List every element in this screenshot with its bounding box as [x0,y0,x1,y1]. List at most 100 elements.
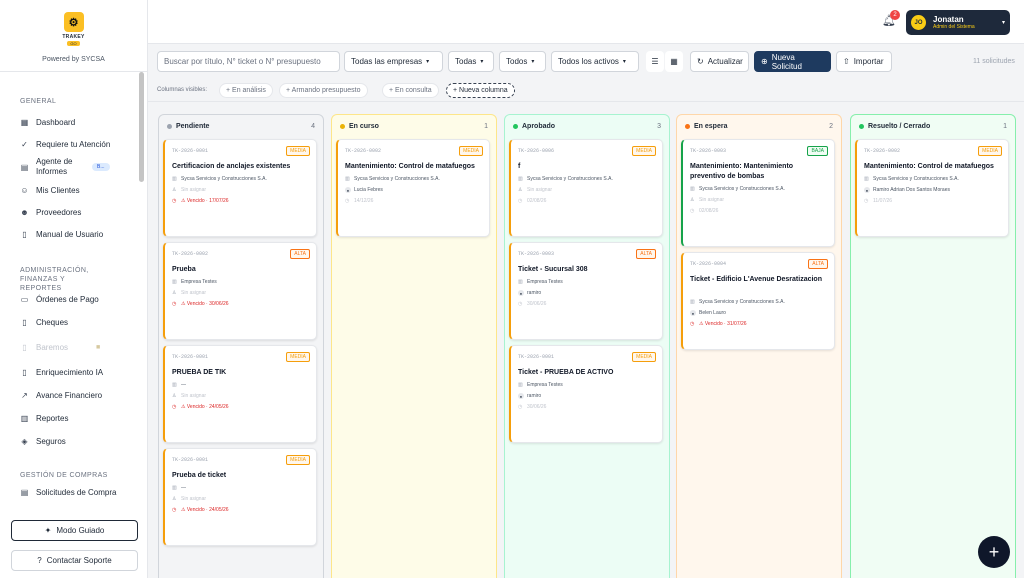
sidebar-item-clients[interactable]: ☺ Mis Clientes [0,179,140,201]
company-row: ▥ Sycsa Servicios y Construcciones S.A. [690,186,785,192]
ticket-card[interactable]: TK-2026-0003 ALTA Ticket - Sucursal 308 ▥ Em… [509,242,663,340]
company-name: Sycsa Servicios y Construcciones S.A. [873,176,959,182]
due-row: ◷ ⚠ Vencido · 17/07/26 [172,198,229,204]
building-icon: ▥ [172,279,177,285]
due-date: ⚠ Vencido · 24/05/26 [181,404,229,410]
ticket-card[interactable]: TK-2026-0004 ALTA Ticket - Edificio L'Aven… [681,252,835,350]
company-name: Empresa Testes [181,279,217,285]
building-icon: ▥ [518,176,523,182]
assignee-name: Sin asignar [181,187,207,193]
add-column-en-analisis[interactable]: + En análisis [219,83,273,98]
ticket-title: Ticket - PRUEBA DE ACTIVO [518,369,614,376]
status-dot [340,123,345,129]
building-icon: ▥ [172,176,177,182]
board-view-toggle[interactable]: ▦ [665,51,683,72]
column-header: En curso 1 [332,115,496,137]
import-button[interactable]: ⇧ Importar [836,51,892,72]
assignee-name: Lucia Febres [354,187,383,193]
sidebar-item-dashboard[interactable]: ▦ Dashboard [0,111,140,133]
ticket-title: Ticket - Sucursal 308 [518,266,588,273]
main-area: 🔔︎ 2 JO Jonatan Admin del Sistema ▾ Busc… [148,0,1024,578]
add-column-en-consulta[interactable]: + En consulta [382,83,439,98]
ticket-card[interactable]: TK-2026-0001 MEDIA Certificacion de anclaj… [163,139,317,237]
contact-support-button[interactable]: ? Contactar Soporte [11,550,138,571]
sidebar-item-insurance[interactable]: ◈ Seguros [0,430,140,452]
document-icon: ▤ [20,162,29,172]
sidebar-item-ai-enrichment[interactable]: ▯ Enriquecimiento IA [0,361,140,383]
ticket-card[interactable]: TK-2026-0001 MEDIA PRUEBA DE TIK ▥ — ♙ Sin asi… [163,345,317,443]
user-name: Jonatan [933,15,964,24]
priority-badge: MEDIA [632,352,656,362]
priority-badge: MEDIA [459,146,483,156]
clock-icon: ◷ [518,301,523,307]
sidebar-item-providers[interactable]: ☻ Proveedores [0,201,140,223]
due-row: ◷ ⚠ Vencido · 30/06/26 [172,301,229,307]
sidebar-item-purchase-requests[interactable]: ▤ Solicitudes de Compra [0,481,140,503]
company-row: ▥ Sycsa Servicios y Construcciones S.A. [690,299,785,305]
ticket-id: TK-2026-0004 [690,261,727,267]
section-title-purchasing: GESTIÓN DE COMPRAS [20,472,108,479]
sidebar-item-attention[interactable]: ✓ Requiere tu Atención [0,133,140,155]
due-row: ◷ 30/06/26 [518,301,546,307]
topbar: 🔔︎ 2 JO Jonatan Admin del Sistema ▾ [148,0,1024,44]
user-icon: ♙ [172,393,177,399]
user-menu[interactable]: JO Jonatan Admin del Sistema ▾ [906,10,1010,35]
status-dot [859,123,864,129]
ticket-id: TK-2026-0006 [518,148,555,154]
status-filter-value: Todas [455,57,477,66]
sidebar-item-financial-progress[interactable]: ↗ Avance Financiero [0,384,140,406]
new-request-label: Nueva Solicitud [771,52,802,71]
list-view-toggle[interactable]: ☰ [646,51,664,72]
ticket-id: TK-2026-0001 [172,354,209,360]
company-name: Sycsa Servicios y Construcciones S.A. [181,176,267,182]
file-icon: ▯ [22,367,27,377]
column-title: En espera [694,122,728,130]
ticket-card[interactable]: TK-2026-0002 MEDIA Mantenimiento: Control … [855,139,1009,237]
building-icon: ▥ [518,382,523,388]
chevron-down-icon: ▾ [531,59,535,65]
new-request-button[interactable]: ⊕ Nueva Solicitud [754,51,831,72]
add-column-armando-presupuesto[interactable]: + Armando presupuesto [279,83,368,98]
due-row: ◷ ⚠ Vencido · 24/05/26 [172,404,229,410]
sidebar-item-cheques[interactable]: ▯ Cheques [0,311,140,333]
trakey-logo[interactable]: ⚙ [63,12,84,32]
due-row: ◷ 30/06/26 [518,404,546,410]
sidebar-item-label: Dashboard [36,117,76,127]
priority-badge: ALTA [290,249,310,259]
ticket-card[interactable]: TK-2026-0006 MEDIA f ▥ Sycsa Servicios y Con… [509,139,663,237]
add-new-column-button[interactable]: + Nueva columna [446,83,515,98]
sidebar-item-label: Avance Financiero [36,390,103,400]
column-title: Resuelto / Cerrado [868,122,931,130]
ticket-card[interactable]: TK-2026-0002 MEDIA Mantenimiento: Control … [336,139,490,237]
status-filter[interactable]: Todas ▾ [448,51,494,72]
assignee-name: Sin asignar [181,496,207,502]
column-header: Resuelto / Cerrado 1 [851,115,1015,137]
refresh-button[interactable]: ↻ Actualizar [690,51,749,72]
company-row: ▥ Sycsa Servicios y Construcciones S.A. [864,176,959,182]
sidebar-item-manual[interactable]: ▯ Manual de Usuario [0,223,140,245]
guided-mode-button[interactable]: ✦ Modo Guiado [11,520,138,541]
ticket-card[interactable]: TK-2026-0001 MEDIA Ticket - PRUEBA DE ACTI… [509,345,663,443]
sidebar-item-reports[interactable]: ▥ Reportes [0,407,140,429]
ticket-id: TK-2026-0001 [172,457,209,463]
column-header: Pendiente 4 [159,115,323,137]
asset-filter[interactable]: Todos los activos ▾ [551,51,639,72]
beta-badge: B... [92,163,110,171]
visible-columns-bar: Columnas visibles: + En análisis + Arman… [148,80,1024,102]
floating-add-button[interactable]: + [978,536,1010,568]
search-input[interactable]: Buscar por título, N° ticket o N° presup… [157,51,340,72]
guided-mode-label: Modo Guiado [56,526,105,535]
assignee-name: Sin asignar [181,290,207,296]
due-date: 14/12/26 [354,198,374,204]
company-row: ▥ Sycsa Servicios y Construcciones S.A. [518,176,613,182]
assignee-name: Sin asignar [527,187,553,193]
ticket-card[interactable]: TK-2026-0002 ALTA Prueba ▥ Empresa Testes ♙ Si… [163,242,317,340]
company-filter[interactable]: Todas las empresas ▾ [344,51,443,72]
shield-icon: ◈ [21,436,28,446]
brand-area: ⚙ TRAKEY GO Powered by SYCSA [0,0,147,72]
priority-badge: MEDIA [286,352,310,362]
ticket-card[interactable]: TK-2026-0003 BAJA Mantenimiento: Mantenimi… [681,139,835,247]
ticket-card[interactable]: TK-2026-0001 MEDIA Prueba de ticket ▥ — ♙ Sin … [163,448,317,546]
sidebar-item-reports-agent[interactable]: ▤ Agente de Informes B... [0,155,140,179]
assignee-filter[interactable]: Todos ▾ [499,51,546,72]
